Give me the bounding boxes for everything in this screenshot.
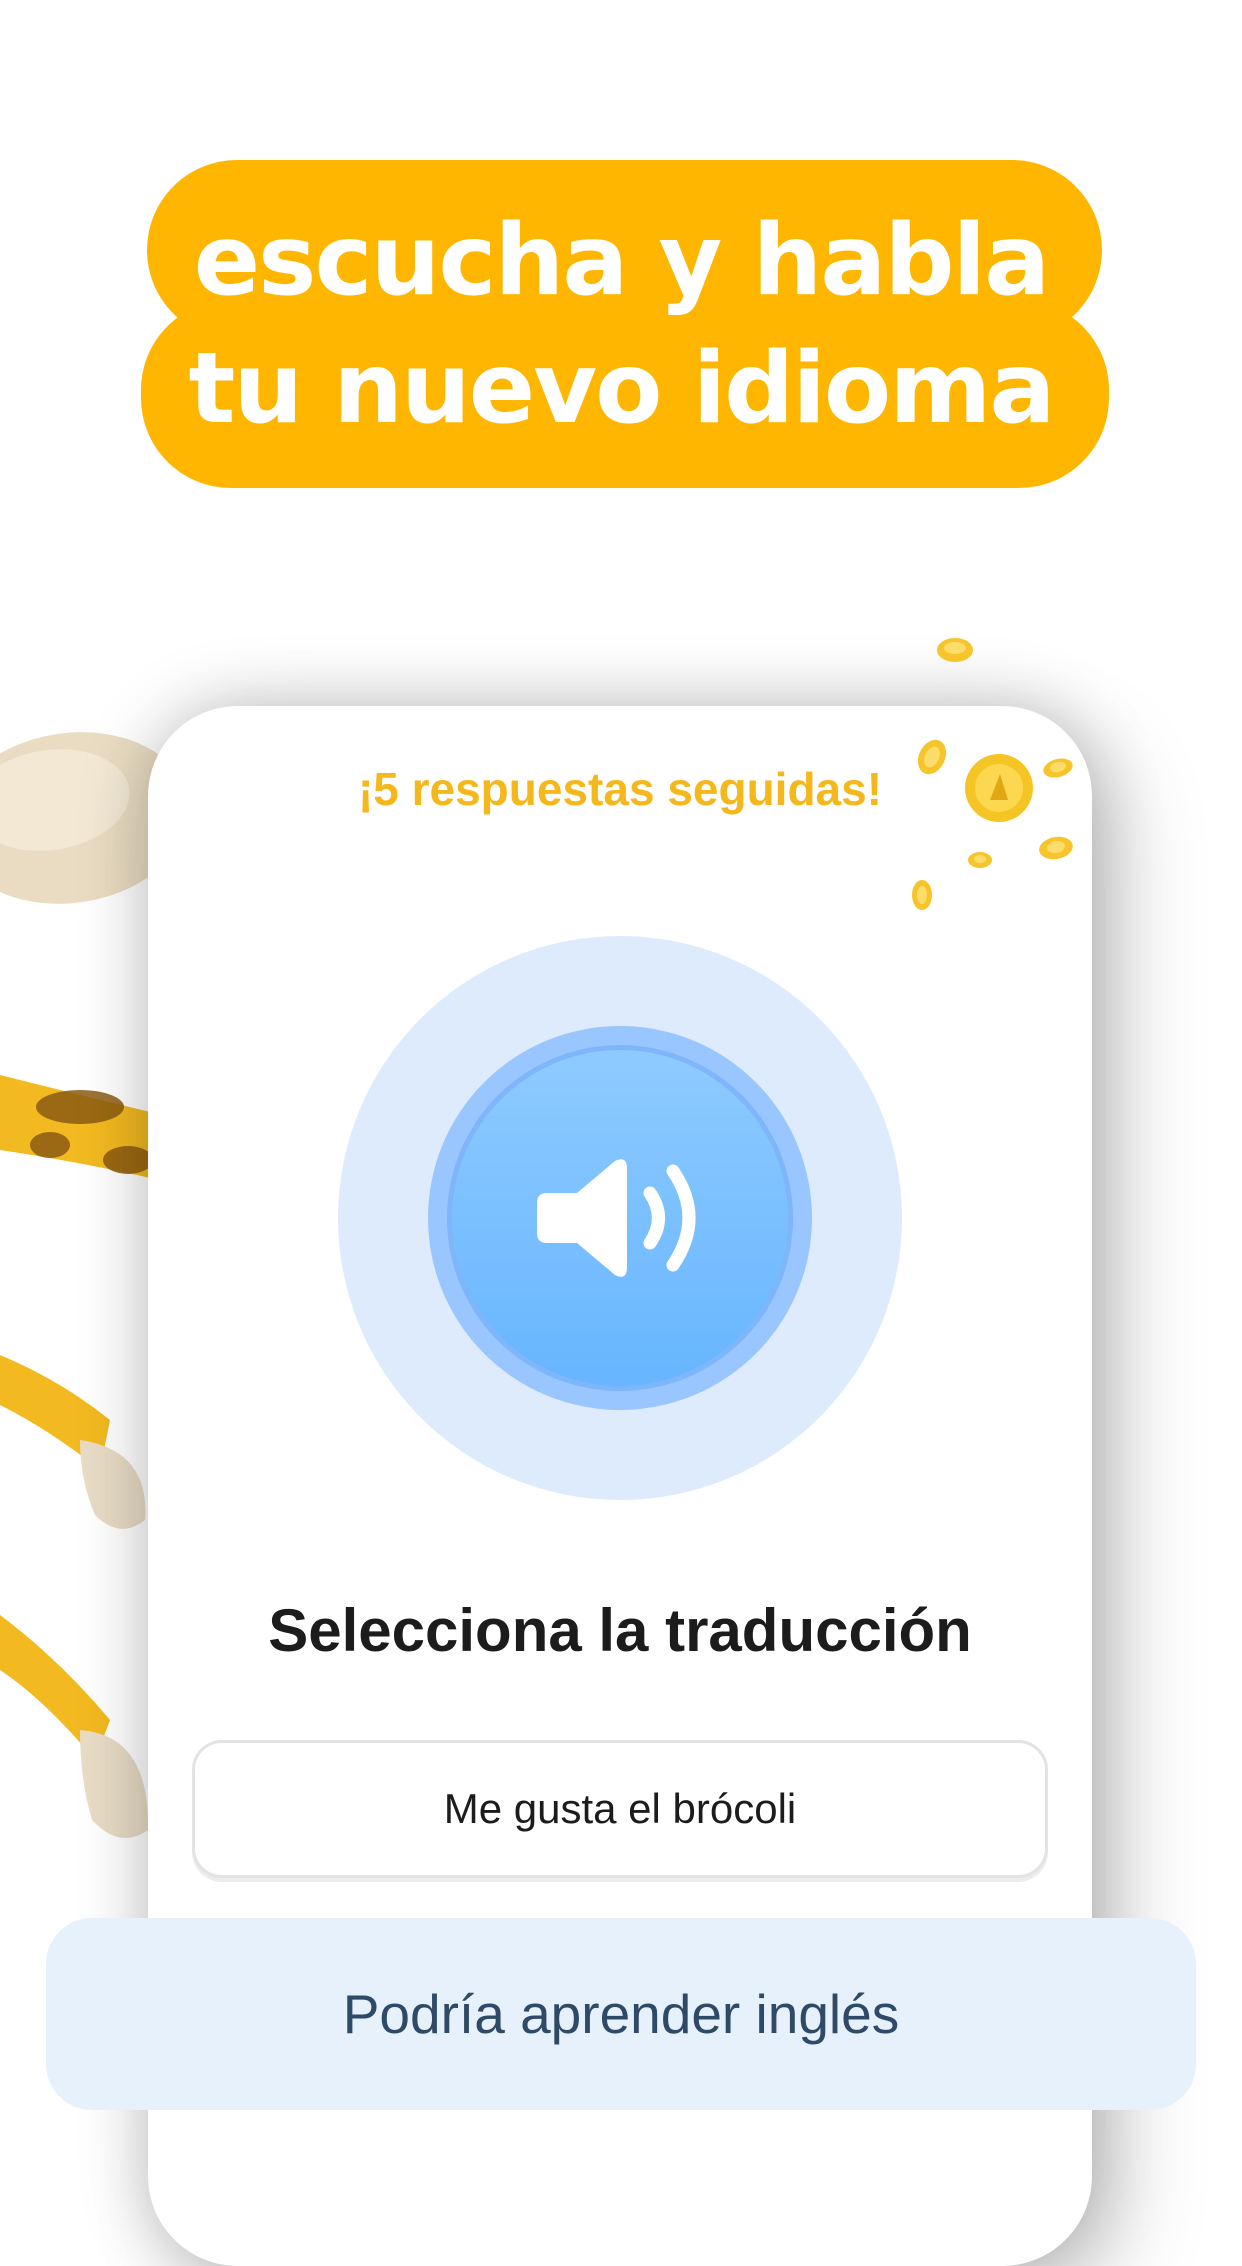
headline-line-2: tu nuevo idioma — [188, 332, 1056, 446]
speaker-icon — [537, 1159, 696, 1277]
answer-sheet[interactable]: Podría aprender inglés — [46, 1918, 1196, 2110]
answer-option-label: Me gusta el brócoli — [443, 1785, 797, 1832]
headline-line-1: escucha y habla — [193, 204, 1051, 318]
play-audio-button[interactable] — [447, 1045, 793, 1391]
headline: escucha y habla tu nuevo idioma — [0, 0, 1242, 520]
answer-option[interactable]: Me gusta el brócoli — [192, 1740, 1048, 1878]
exercise-prompt: Selecciona la traducción — [268, 1597, 972, 1664]
coin-icon — [937, 638, 973, 662]
streak-message: ¡5 respuestas seguidas! — [357, 763, 883, 815]
answer-sheet-label: Podría aprender inglés — [342, 1983, 900, 2045]
